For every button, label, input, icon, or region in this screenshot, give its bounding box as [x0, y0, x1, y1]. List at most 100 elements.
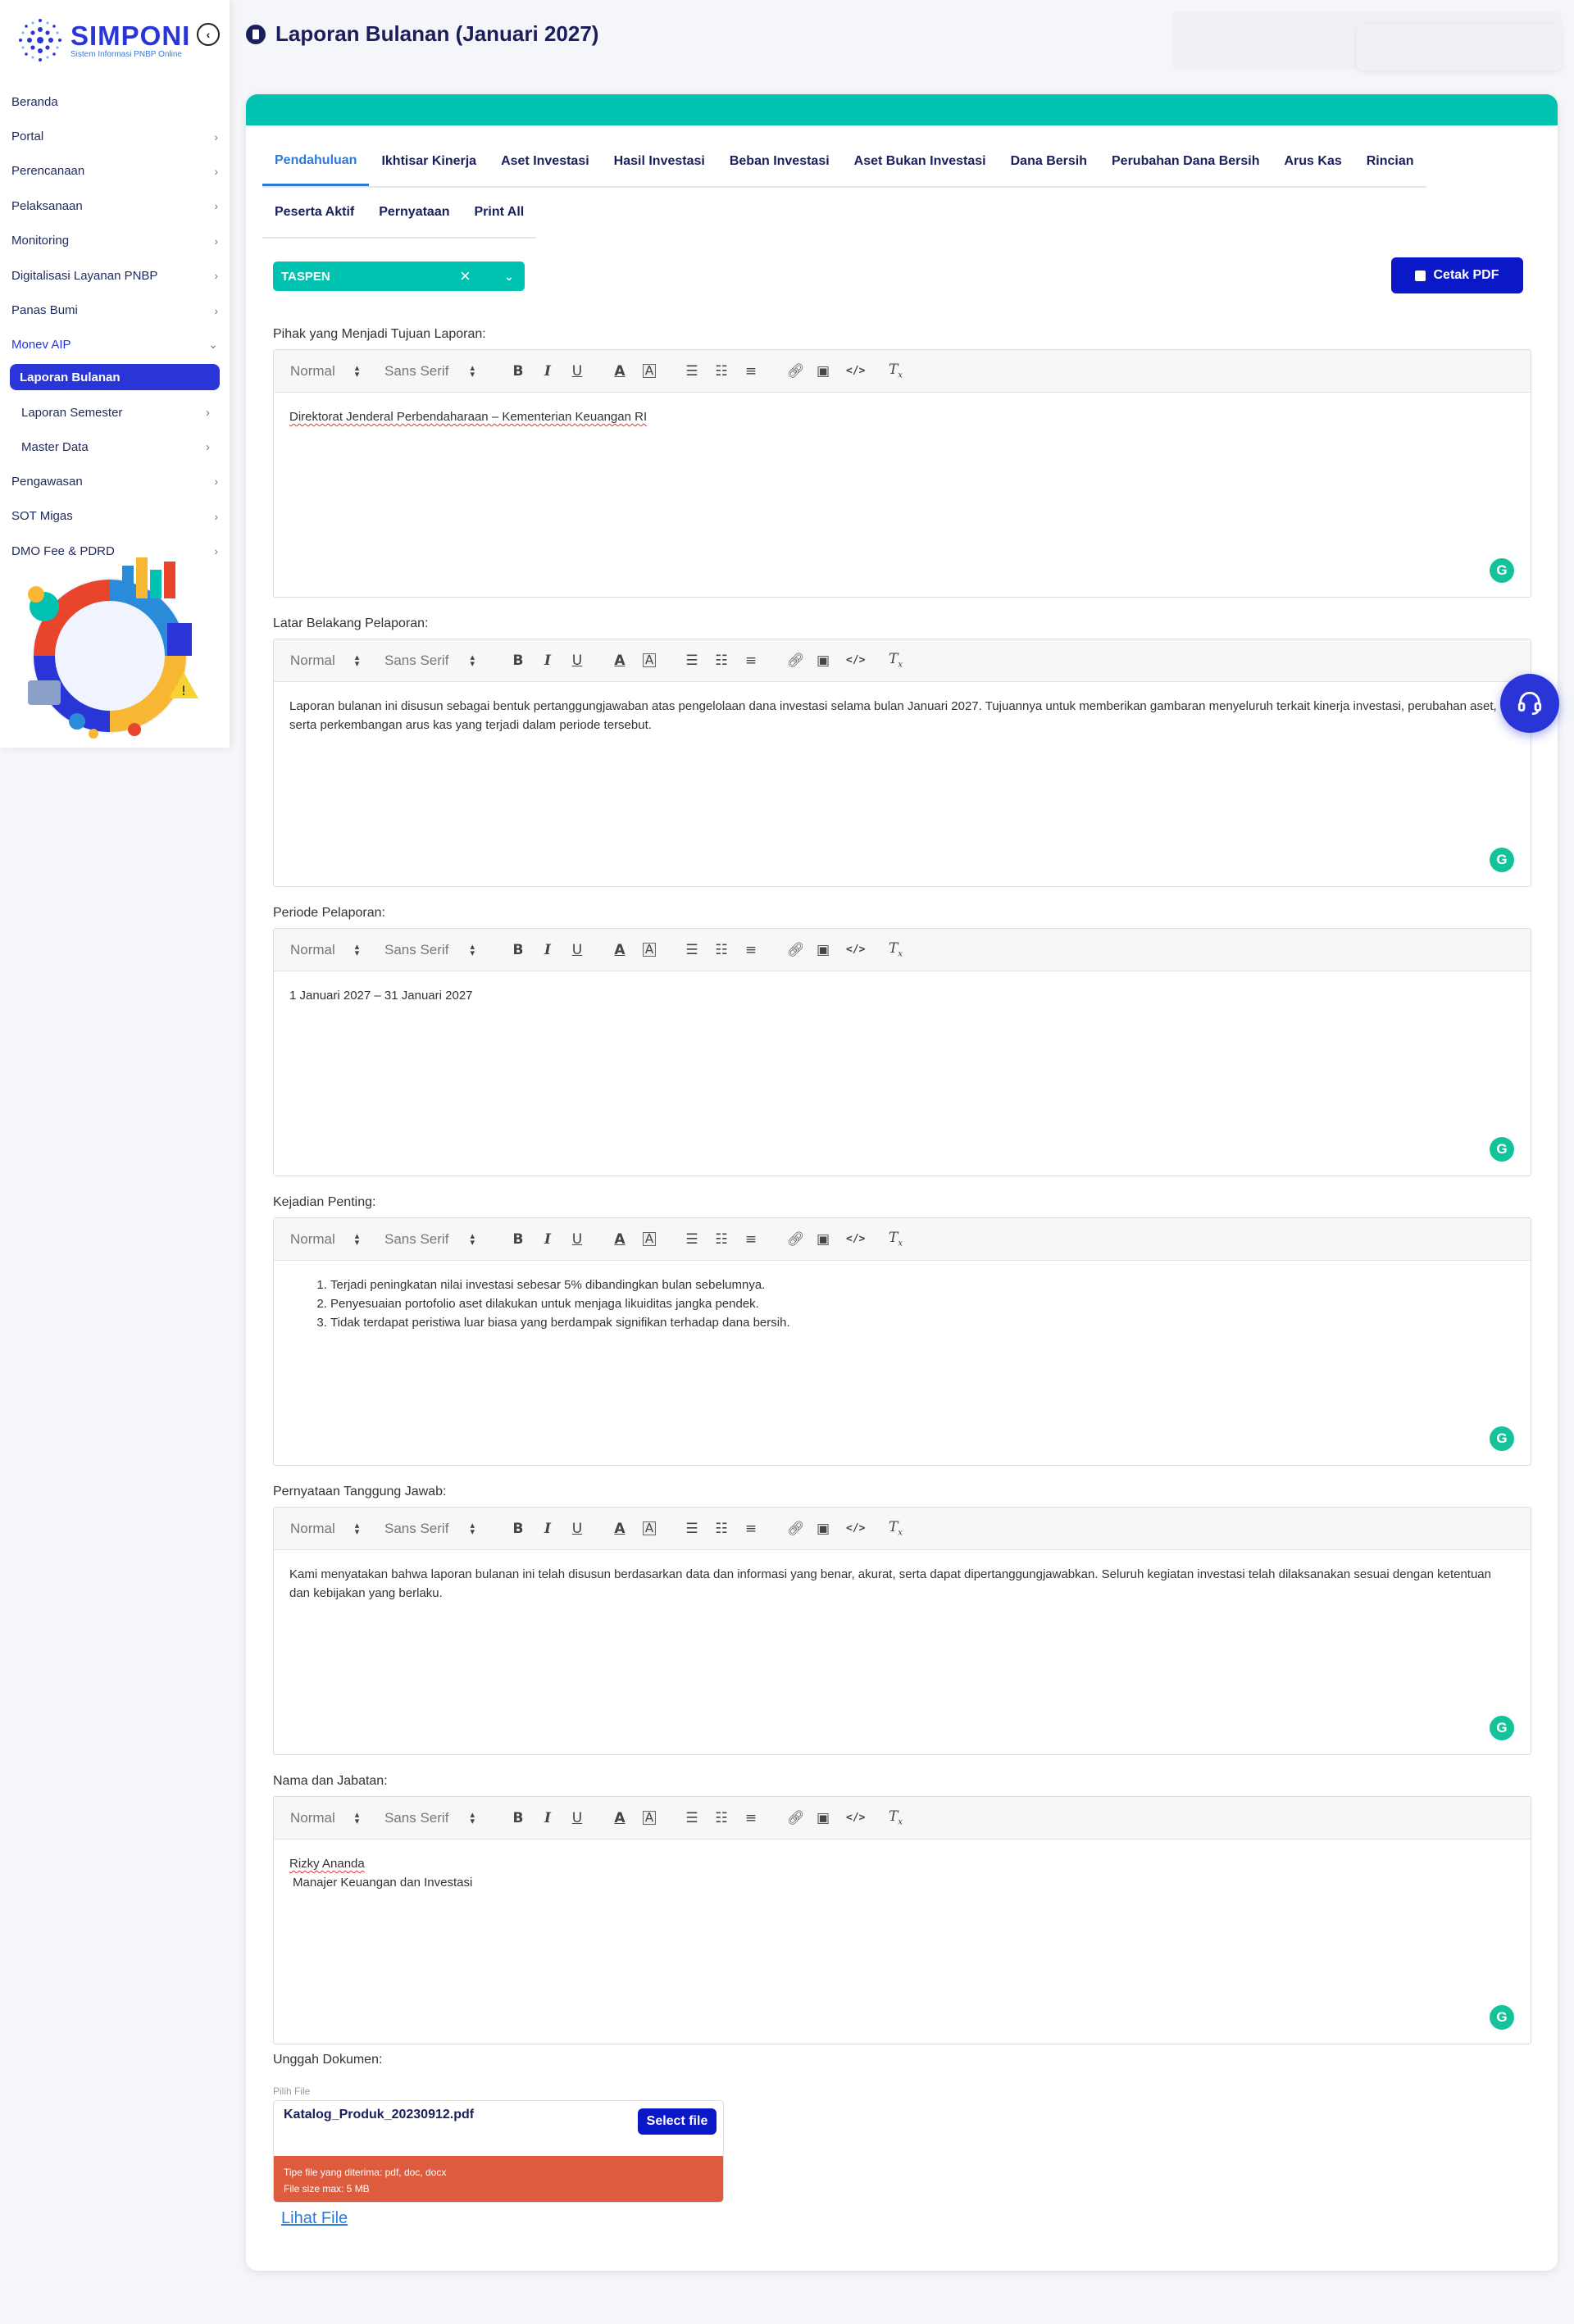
link-icon[interactable]: 🔗︎	[787, 363, 805, 380]
tab-print-all[interactable]: Print All	[462, 188, 537, 237]
bold-icon[interactable]: B	[512, 653, 525, 669]
sidebar-item-panas-bumi[interactable]: Panas Bumi ›	[0, 293, 230, 327]
background-color-icon[interactable]: A	[643, 1811, 656, 1825]
link-icon[interactable]: 🔗︎	[787, 1810, 805, 1826]
format-select[interactable]: Normal ▴ ▾	[290, 1231, 384, 1248]
ordered-list-icon[interactable]: ☰	[685, 942, 698, 958]
tab-hasil-investasi[interactable]: Hasil Investasi	[602, 137, 717, 186]
sidebar-item-sot-migas[interactable]: SOT Migas ›	[0, 499, 230, 534]
clear-format-icon[interactable]: Tx	[889, 1808, 903, 1826]
bullet-list-icon[interactable]: ☷	[715, 1521, 728, 1537]
text-color-icon[interactable]: A	[613, 1521, 626, 1537]
select-file-button[interactable]: Select file	[638, 2108, 716, 2135]
clear-format-icon[interactable]: Tx	[889, 940, 903, 958]
sidebar-item-perencanaan[interactable]: Perencanaan ›	[0, 154, 230, 189]
sidebar-item-pelaksanaan[interactable]: Pelaksanaan ›	[0, 189, 230, 223]
view-file-link[interactable]: Lihat File	[281, 2209, 348, 2228]
rich-text-editor[interactable]: Normal ▴ ▾ Sans Serif ▴ ▾ B I U A A ☰ ☷ ≡ 🔗︎…	[273, 1217, 1531, 1466]
chevron-down-icon[interactable]: ⌄	[504, 270, 514, 284]
rich-text-editor[interactable]: Normal ▴ ▾ Sans Serif ▴ ▾ B I U A A ☰ ☷ ≡ 🔗︎…	[273, 1796, 1531, 2044]
sidebar-item-pengawasan[interactable]: Pengawasan ›	[0, 464, 230, 498]
font-select[interactable]: Sans Serif ▴ ▾	[384, 363, 512, 380]
rich-text-editor[interactable]: Normal ▴ ▾ Sans Serif ▴ ▾ B I U A A ☰ ☷ ≡ 🔗︎…	[273, 928, 1531, 1176]
font-select[interactable]: Sans Serif ▴ ▾	[384, 1810, 512, 1826]
bold-icon[interactable]: B	[512, 363, 525, 380]
grammarly-icon[interactable]: G	[1490, 848, 1514, 872]
tab-aset-bukan-investasi[interactable]: Aset Bukan Investasi	[842, 137, 999, 186]
grammarly-icon[interactable]: G	[1490, 558, 1514, 583]
code-icon[interactable]: </>	[846, 1812, 865, 1824]
grammarly-icon[interactable]: G	[1490, 1716, 1514, 1740]
editor-content[interactable]: Rizky Ananda Manajer Keuangan dan Invest…	[274, 1840, 1531, 1907]
editor-content[interactable]: 1 Januari 2027 – 31 Januari 2027	[274, 971, 1531, 1020]
tab-aset-investasi[interactable]: Aset Investasi	[489, 137, 602, 186]
tab-perubahan-dana-bersih[interactable]: Perubahan Dana Bersih	[1099, 137, 1272, 186]
support-headset-button[interactable]	[1500, 674, 1559, 733]
collapse-sidebar-icon[interactable]: ‹	[197, 23, 220, 46]
sidebar-subitem-laporan-semester[interactable]: Laporan Semester ›	[10, 395, 220, 430]
bullet-list-icon[interactable]: ☷	[715, 363, 728, 380]
align-icon[interactable]: ≡	[744, 1810, 757, 1826]
ordered-list-icon[interactable]: ☰	[685, 1521, 698, 1537]
background-color-icon[interactable]: A	[643, 653, 656, 667]
print-pdf-button[interactable]: Cetak PDF	[1391, 257, 1523, 293]
editor-content[interactable]: Terjadi peningkatan nilai investasi sebe…	[274, 1261, 1531, 1347]
rich-text-editor[interactable]: Normal ▴ ▾ Sans Serif ▴ ▾ B I U A A ☰ ☷ ≡ 🔗︎…	[273, 349, 1531, 598]
align-icon[interactable]: ≡	[744, 653, 757, 669]
editor-content[interactable]: Laporan bulanan ini disusun sebagai bent…	[274, 682, 1531, 749]
italic-icon[interactable]: I	[541, 1231, 554, 1248]
clear-icon[interactable]: ×	[460, 266, 471, 287]
background-color-icon[interactable]: A	[643, 1232, 656, 1246]
editor-content[interactable]: Kami menyatakan bahwa laporan bulanan in…	[274, 1550, 1531, 1617]
align-icon[interactable]: ≡	[744, 1231, 757, 1248]
align-icon[interactable]: ≡	[744, 363, 757, 380]
align-icon[interactable]: ≡	[744, 942, 757, 958]
sidebar-item-monev-aip[interactable]: Monev AIP ⌄	[0, 328, 230, 362]
grammarly-icon[interactable]: G	[1490, 1137, 1514, 1162]
code-icon[interactable]: </>	[846, 1233, 865, 1245]
italic-icon[interactable]: I	[541, 363, 554, 380]
font-select[interactable]: Sans Serif ▴ ▾	[384, 1231, 512, 1248]
underline-icon[interactable]: U	[571, 653, 584, 669]
underline-icon[interactable]: U	[571, 363, 584, 380]
ordered-list-icon[interactable]: ☰	[685, 363, 698, 380]
sidebar-subitem-laporan-bulanan[interactable]: Laporan Bulanan	[10, 364, 220, 391]
text-color-icon[interactable]: A	[613, 942, 626, 958]
text-color-icon[interactable]: A	[613, 363, 626, 380]
clear-format-icon[interactable]: Tx	[889, 1230, 903, 1248]
background-color-icon[interactable]: A	[643, 364, 656, 378]
format-select[interactable]: Normal ▴ ▾	[290, 363, 384, 380]
bullet-list-icon[interactable]: ☷	[715, 942, 728, 958]
link-icon[interactable]: 🔗︎	[787, 653, 805, 669]
sidebar-item-monitoring[interactable]: Monitoring ›	[0, 224, 230, 258]
rich-text-editor[interactable]: Normal ▴ ▾ Sans Serif ▴ ▾ B I U A A ☰ ☷ ≡ 🔗︎…	[273, 639, 1531, 887]
tab-peserta-aktif[interactable]: Peserta Aktif	[262, 188, 366, 237]
underline-icon[interactable]: U	[571, 1810, 584, 1826]
format-select[interactable]: Normal ▴ ▾	[290, 1810, 384, 1826]
italic-icon[interactable]: I	[541, 653, 554, 669]
image-icon[interactable]: ▣	[817, 942, 830, 958]
underline-icon[interactable]: U	[571, 1231, 584, 1248]
italic-icon[interactable]: I	[541, 1521, 554, 1537]
tab-pendahuluan[interactable]: Pendahuluan	[262, 137, 370, 186]
format-select[interactable]: Normal ▴ ▾	[290, 1521, 384, 1537]
format-select[interactable]: Normal ▴ ▾	[290, 653, 384, 669]
tab-pernyataan[interactable]: Pernyataan	[366, 188, 462, 237]
code-icon[interactable]: </>	[846, 365, 865, 377]
font-select[interactable]: Sans Serif ▴ ▾	[384, 1521, 512, 1537]
code-icon[interactable]: </>	[846, 1522, 865, 1535]
background-color-icon[interactable]: A	[643, 1521, 656, 1535]
tab-beban-investasi[interactable]: Beban Investasi	[717, 137, 842, 186]
link-icon[interactable]: 🔗︎	[787, 1521, 805, 1537]
italic-icon[interactable]: I	[541, 1810, 554, 1826]
clear-format-icon[interactable]: Tx	[889, 651, 903, 669]
code-icon[interactable]: </>	[846, 944, 865, 956]
bullet-list-icon[interactable]: ☷	[715, 1810, 728, 1826]
clear-format-icon[interactable]: Tx	[889, 362, 903, 380]
ordered-list-icon[interactable]: ☰	[685, 1810, 698, 1826]
ordered-list-icon[interactable]: ☰	[685, 1231, 698, 1248]
image-icon[interactable]: ▣	[817, 653, 830, 669]
image-icon[interactable]: ▣	[817, 1810, 830, 1826]
font-select[interactable]: Sans Serif ▴ ▾	[384, 942, 512, 958]
font-select[interactable]: Sans Serif ▴ ▾	[384, 653, 512, 669]
